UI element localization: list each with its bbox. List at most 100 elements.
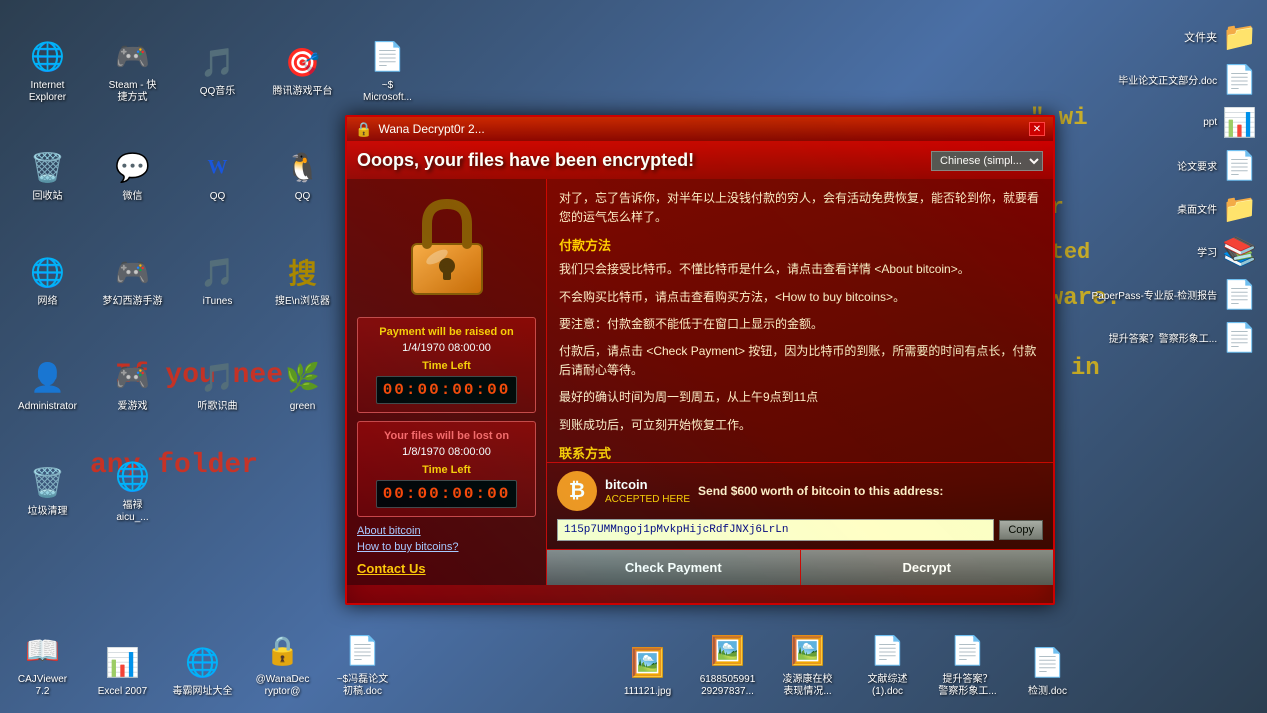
icon-school-record[interactable]: 🖼️ 凌源康在校表现情况... [770,625,845,703]
language-select[interactable]: Chinese (simpl... [931,151,1043,171]
icon-wechat[interactable]: 💬 微信 [95,125,170,225]
decrypt-button[interactable]: Decrypt [801,550,1054,585]
dialog-close-button[interactable]: ✕ [1029,122,1045,136]
links-section: About bitcoin How to buy bitcoins? Conta… [357,525,536,576]
doc-fenglei-label: ~$冯磊论文初稿.doc [337,674,388,698]
lock-icon [402,199,492,299]
icon-answer[interactable]: 提升答案？警察形象工... 📄 [1109,321,1257,354]
payment-method-title: 付款方法 [559,235,1041,254]
payment-raise-date: 1/4/1970 08:00:00 [366,342,527,354]
icon-tencent-games[interactable]: 🎯 腾讯游戏平台 [265,20,340,120]
ppt-label: ppt [1203,117,1217,128]
check-payment-button[interactable]: Check Payment [547,550,801,585]
icon-literature-review[interactable]: 📄 文献综述(1).doc [850,625,925,703]
detect-icon: 📄 [1028,642,1068,682]
text-para3: 不会购买比特币，请点击查看购买方法，<How to buy bitcoins>。 [559,288,1041,307]
bitcoin-accepted-text: ACCEPTED HERE [605,494,690,505]
time-left-label-1: Time Left [366,360,527,372]
icon-cajviewer[interactable]: 📖 CAJViewer7.2 [5,625,80,703]
qq-icon: 🐧 [283,147,323,187]
music-id-label: 听歌识曲 [198,401,238,413]
contact-us-button[interactable]: Contact Us [357,561,536,576]
dialog-titlebar: 🔒 Wana Decrypt0r 2... ✕ [347,117,1053,142]
mhxy-label: 梦幻西游手游 [103,296,163,308]
excel-label: Excel 2007 [98,686,147,698]
itunes-label: iTunes [203,296,233,308]
music-id-icon: 🎵 [198,357,238,397]
icon-qq-music[interactable]: 🎵 QQ音乐 [180,20,255,120]
icon-study[interactable]: 学习 📚 [1197,235,1257,268]
se-label: 搜E\n浏览器 [275,296,330,308]
dialog-title-icon: 🔒 [355,121,372,138]
answer-icon: 📄 [1222,321,1257,354]
study-label: 学习 [1197,244,1217,259]
thesis-label: 毕业论文正文部分.doc [1118,72,1217,87]
icon-recycle-bin[interactable]: 🗑️ 回收站 [10,125,85,225]
bitcoin-address-field[interactable] [557,519,994,541]
icon-green[interactable]: 🌿 green [265,335,340,435]
text-para5: 付款后，请点击 <Check Payment> 按钮，因为比特币的到账，所需要的… [559,342,1041,380]
icon-microsoft[interactable]: 📄 ~$Microsoft... [350,20,425,120]
bitcoin-logo: ₿ [557,471,597,511]
timer-2-display: 00:00:00:00 [376,480,518,508]
left-panel: Payment will be raised on 1/4/1970 08:00… [347,179,547,585]
copy-address-button[interactable]: Copy [999,520,1043,540]
icon-111121[interactable]: 🖼️ 111121.jpg [610,637,685,703]
icon-thesis[interactable]: 毕业论文正文部分.doc 📄 [1118,63,1257,96]
bitcoin-payment-section: ₿ bitcoin ACCEPTED HERE Send $600 worth … [547,462,1053,549]
text-para1: 对了，忘了告诉你，对半年以上没钱付款的穷人，会有活动免费恢复，能否轮到你，就要看… [559,189,1041,227]
mhxy-icon: 🎮 [113,252,153,292]
icon-ppt[interactable]: ppt 📊 [1203,106,1257,139]
icon-steam[interactable]: 🎮 Steam - 快捷方式 [95,20,170,120]
text-para4: 要注意：付款金额不能低于在窗口上显示的金额。 [559,315,1041,334]
icon-wanadecryptor[interactable]: 🔒 @WanaDecryptor@ [245,625,320,703]
how-to-buy-link[interactable]: How to buy bitcoins? [357,541,536,553]
qq-label: QQ [295,191,311,203]
icon-menghuanxiyou[interactable]: 🎮 梦幻西游手游 [95,230,170,330]
network-icon: 🌐 [28,252,68,292]
icon-se[interactable]: 搜 搜E\n浏览器 [265,230,340,330]
answer-label: 提升答案？警察形象工... [1109,330,1217,345]
icon-administrator[interactable]: 👤 Administrator [10,335,85,435]
icon-word2007[interactable]: W QQ [180,125,255,225]
files-lost-label: Your files will be lost on [366,430,527,442]
lit-review-label: 文献综述(1).doc [868,674,908,698]
qq-music-label: QQ音乐 [200,86,236,98]
wannacry-dialog: 🔒 Wana Decrypt0r 2... ✕ Ooops, your file… [345,115,1055,605]
icon-internet-explorer[interactable]: 🌐 InternetExplorer [10,20,85,120]
network-label: 网络 [38,296,58,308]
about-bitcoin-link[interactable]: About bitcoin [357,525,536,537]
wechat-icon: 💬 [113,147,153,187]
file-folder-label: 文件夹 [1184,29,1217,45]
icon-itunes[interactable]: 🎵 iTunes [180,230,255,330]
icon-trash-clean[interactable]: 🗑️ 垃圾清理 [10,440,85,540]
icon-qq[interactable]: 🐧 QQ [265,125,340,225]
caj-label: CAJViewer7.2 [18,674,67,698]
study-icon: 📚 [1222,235,1257,268]
icon-network[interactable]: 🌐 网络 [10,230,85,330]
icon-detect[interactable]: 📄 检测.doc [1010,637,1085,703]
poison-icon: 🌐 [183,642,223,682]
answer-q-icon: 📄 [948,630,988,670]
steam-icon: 🎮 [113,36,153,76]
icon-answer-q[interactable]: 📄 提升答案？警察形象工... [930,625,1005,703]
word-icon: W [198,147,238,187]
icon-desktop-file[interactable]: 桌面文件 📁 [1177,192,1257,225]
icon-paperpass[interactable]: PaperPass-专业版-检测报告 📄 [1092,278,1257,311]
icon-thesis-req[interactable]: 论文要求 📄 [1177,149,1257,182]
aiyouxi-label: 爱游戏 [118,401,148,413]
text-para7: 到账成功后，可立刻开始恢复工作。 [559,416,1041,435]
icon-6188[interactable]: 🖼️ 618850599129297837... [690,625,765,703]
icon-doc-fenglei[interactable]: 📄 ~$冯磊论文初稿.doc [325,625,400,703]
icon-music-id[interactable]: 🎵 听歌识曲 [180,335,255,435]
green-label: green [290,401,316,413]
icon-poison[interactable]: 🌐 毒霸网址大全 [165,637,240,703]
ie-label: InternetExplorer [29,80,66,104]
steam-label: Steam - 快捷方式 [109,80,157,104]
icon-aiyouxi[interactable]: 🎮 爱游戏 [95,335,170,435]
icon-fulu2[interactable]: 🌐 福禄aicu_... [95,440,170,540]
ppt-icon: 📊 [1222,106,1257,139]
icon-file-folder[interactable]: 文件夹 📁 [1184,20,1257,53]
icon-excel2007[interactable]: 📊 Excel 2007 [85,637,160,703]
right-side-icons: 文件夹 📁 毕业论文正文部分.doc 📄 ppt 📊 论文要求 📄 桌面文件 📁… [1092,20,1257,354]
